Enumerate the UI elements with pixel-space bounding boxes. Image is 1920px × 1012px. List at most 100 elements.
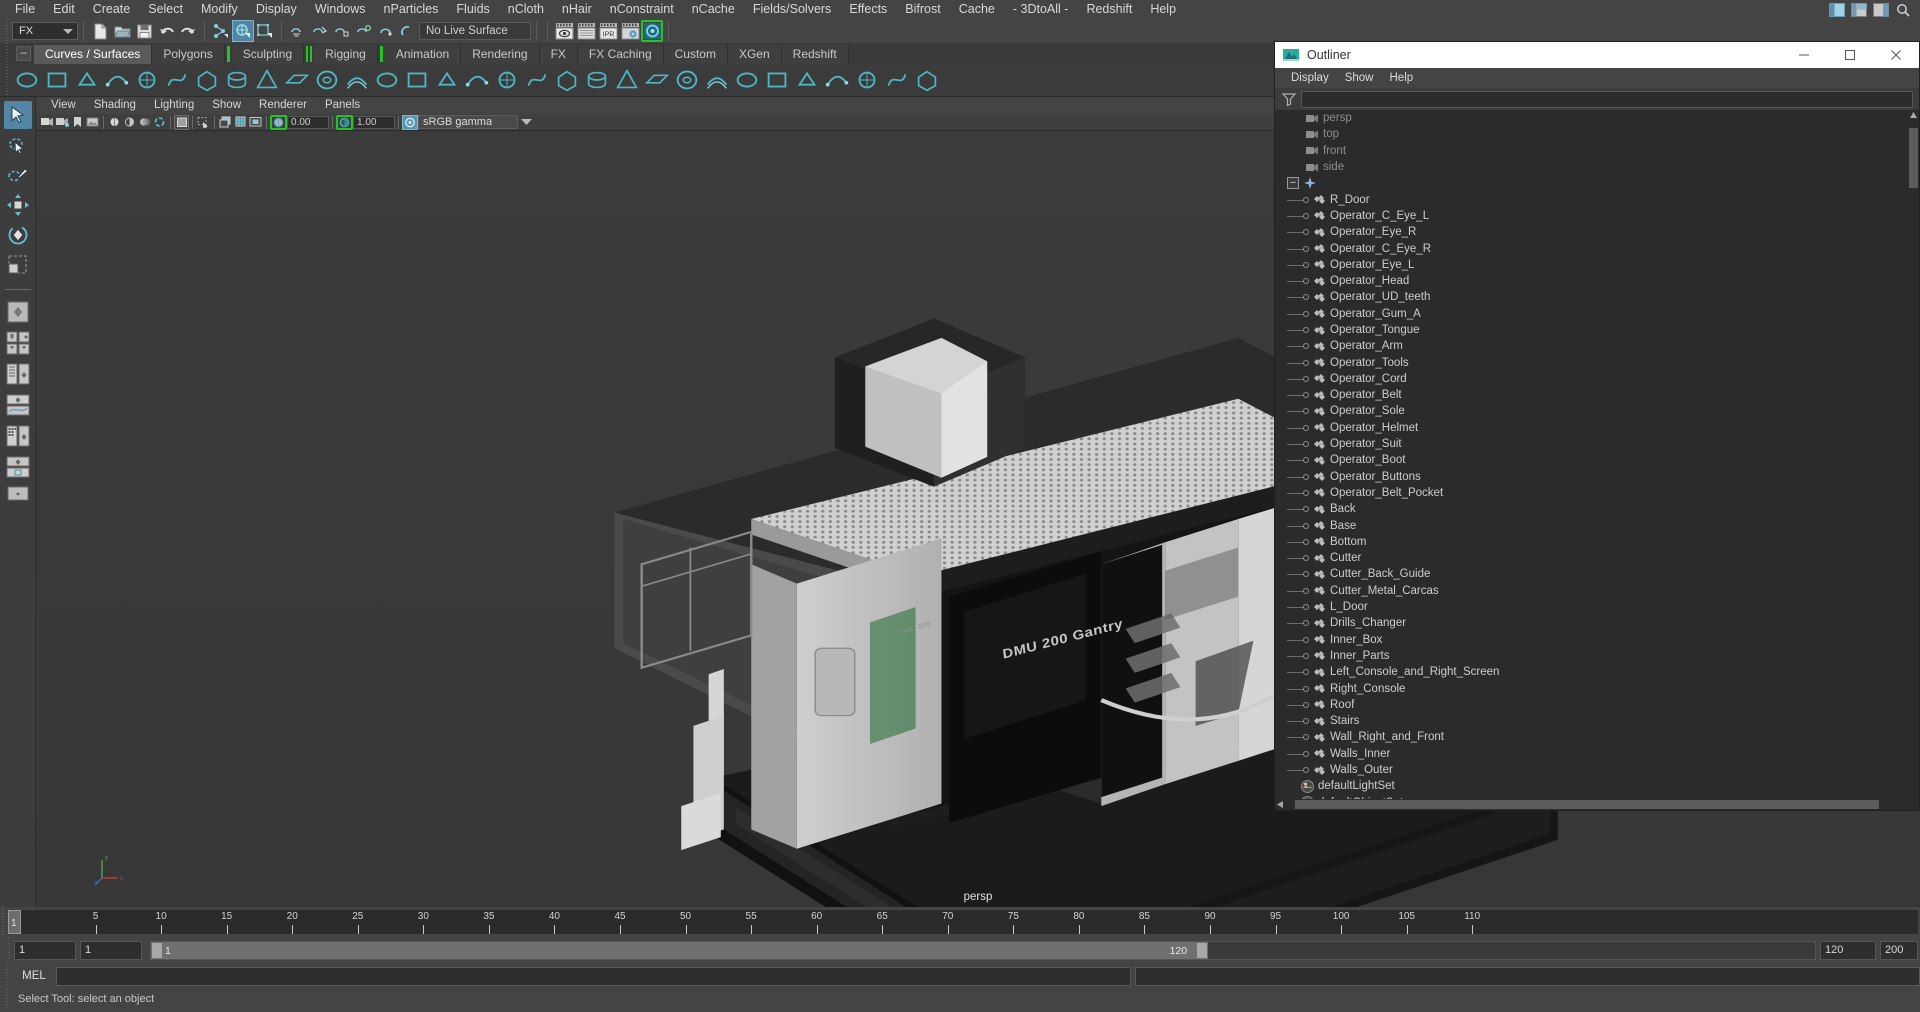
viewport-menu-panels[interactable]: Panels — [316, 97, 369, 114]
outliner-item-Operator_Boot[interactable]: Operator_Boot — [1275, 452, 1919, 468]
detach-surfaces-icon[interactable] — [672, 65, 702, 95]
shelf-collapse-button[interactable]: – — [16, 46, 31, 61]
playback-end-field[interactable]: 120 — [1820, 940, 1876, 960]
outliner-item-Walls_Outer[interactable]: Walls_Outer — [1275, 762, 1919, 778]
close-icon[interactable] — [1873, 42, 1919, 68]
viewport-menu-view[interactable]: View — [42, 97, 85, 114]
rotate-tool-button[interactable] — [4, 221, 32, 249]
outliner-item-side[interactable]: side — [1275, 159, 1919, 175]
scroll-left-arrow-icon[interactable] — [1277, 801, 1283, 808]
viewport-menu-renderer[interactable]: Renderer — [250, 97, 316, 114]
nurbs-cube-icon[interactable] — [72, 65, 102, 95]
gamma-icon[interactable] — [122, 115, 137, 130]
help-line-gripper[interactable] — [4, 989, 12, 1009]
command-line-gripper[interactable] — [4, 963, 12, 989]
shelf-tab-fx-caching[interactable]: FX Caching — [577, 45, 664, 64]
scrollbar-thumb[interactable] — [1909, 128, 1918, 188]
menu-3dtoall[interactable]: - 3DtoAll - — [1004, 0, 1078, 19]
select-by-component-icon[interactable] — [254, 20, 276, 42]
command-input[interactable] — [56, 966, 1131, 986]
snap-to-projected-center-icon[interactable] — [353, 20, 375, 42]
outliner-item-R_Door[interactable]: R_Door — [1275, 191, 1919, 207]
outliner-item-Operator_Tools[interactable]: Operator_Tools — [1275, 354, 1919, 370]
range-slider[interactable]: 1 120 — [150, 940, 1816, 960]
menu-nhair[interactable]: nHair — [553, 0, 601, 19]
snap-to-grid-icon[interactable] — [287, 20, 309, 42]
insert-isoparms-icon[interactable] — [762, 65, 792, 95]
snap-to-point-icon[interactable] — [331, 20, 353, 42]
shelf-gripper[interactable] — [4, 64, 12, 96]
menu-modify[interactable]: Modify — [192, 0, 247, 19]
menu-edit[interactable]: Edit — [44, 0, 84, 19]
workspace-icon-1[interactable] — [1826, 0, 1848, 21]
outliner-item-Base[interactable]: Base — [1275, 517, 1919, 533]
snap-to-curve-icon[interactable] — [309, 20, 331, 42]
nurbs-cone-icon[interactable] — [282, 65, 312, 95]
select-by-object-icon[interactable] — [232, 20, 254, 42]
outliner-item-Back[interactable]: Back — [1275, 501, 1919, 517]
outliner-tree[interactable]: persp top front side – R_Door Operator_C_Ey… — [1275, 110, 1919, 799]
layout-persp-outliner-button[interactable] — [4, 360, 31, 388]
outliner-item-Operator_Belt[interactable]: Operator_Belt — [1275, 387, 1919, 403]
nurbs-plane-icon[interactable] — [312, 65, 342, 95]
outliner-item-Roof[interactable]: Roof — [1275, 697, 1919, 713]
select-by-hierarchy-icon[interactable] — [210, 20, 232, 42]
select-camera-icon[interactable] — [40, 115, 55, 130]
menu-effects[interactable]: Effects — [840, 0, 896, 19]
hypershade-icon[interactable] — [641, 20, 663, 42]
current-frame-indicator[interactable]: 1 — [8, 910, 21, 934]
bevel-plus-icon[interactable] — [612, 65, 642, 95]
menu-display[interactable]: Display — [247, 0, 306, 19]
menu-help[interactable]: Help — [1141, 0, 1185, 19]
gamma-toggle-icon[interactable] — [336, 114, 353, 130]
menu-file[interactable]: File — [6, 0, 44, 19]
outliner-item-Operator_Head[interactable]: Operator_Head — [1275, 273, 1919, 289]
new-scene-icon[interactable] — [89, 20, 111, 42]
xray-icon[interactable] — [196, 115, 211, 130]
outliner-search-input[interactable] — [1301, 90, 1913, 108]
render-sequence-icon[interactable] — [575, 20, 597, 42]
menu-cache[interactable]: Cache — [950, 0, 1004, 19]
open-close-surfaces-icon[interactable] — [732, 65, 762, 95]
range-start-handle[interactable] — [152, 942, 162, 958]
outliner-item-Left_Console_and_Right_Screen[interactable]: Left_Console_and_Right_Screen — [1275, 664, 1919, 680]
redo-icon[interactable] — [177, 20, 199, 42]
outliner-vertical-scrollbar[interactable] — [1908, 110, 1919, 799]
outliner-menu-help[interactable]: Help — [1382, 68, 1422, 88]
pencil-curve-icon[interactable] — [132, 65, 162, 95]
render-current-frame-icon[interactable] — [553, 20, 575, 42]
layout-four-view-button[interactable] — [4, 329, 31, 357]
extrude-icon[interactable] — [492, 65, 522, 95]
layout-two-pane-button[interactable] — [4, 484, 31, 504]
anim-end-field[interactable]: 200 — [1880, 940, 1918, 960]
workspace-icon-3[interactable] — [1870, 0, 1892, 21]
paint-select-tool-button[interactable] — [4, 161, 32, 189]
menu-redshift[interactable]: Redshift — [1077, 0, 1141, 19]
image-plane-icon[interactable] — [85, 115, 100, 130]
camera-attributes-icon[interactable] — [55, 115, 70, 130]
snap-to-view-plane-icon[interactable] — [375, 20, 397, 42]
shelf-tab-rendering[interactable]: Rendering — [461, 45, 540, 64]
outliner-item-Operator_Belt_Pocket[interactable]: Operator_Belt_Pocket — [1275, 485, 1919, 501]
range-start-field[interactable]: 1 — [14, 940, 76, 960]
scale-tool-button[interactable] — [4, 251, 32, 279]
command-language-label[interactable]: MEL — [12, 970, 56, 982]
outliner-item-Operator_C_Eye_L[interactable]: Operator_C_Eye_L — [1275, 208, 1919, 224]
nurbs-circle-icon[interactable] — [12, 65, 42, 95]
outliner-item-defaultLightSet[interactable]: defaultLightSet — [1275, 778, 1919, 794]
shelf-tab-fx[interactable]: FX — [539, 45, 578, 64]
birail-icon[interactable] — [462, 65, 492, 95]
layout-persp-graph-button[interactable] — [4, 391, 31, 419]
shadows-icon[interactable] — [137, 115, 152, 130]
outliner-item-Cutter_Metal_Carcas[interactable]: Cutter_Metal_Carcas — [1275, 583, 1919, 599]
shelf-tab-redshift[interactable]: Redshift — [781, 45, 849, 64]
exposure-toggle-icon[interactable] — [270, 114, 287, 130]
bookmark-icon[interactable] — [70, 115, 85, 130]
outliner-item-Cutter[interactable]: Cutter — [1275, 550, 1919, 566]
outliner-item-Inner_Box[interactable]: Inner_Box — [1275, 632, 1919, 648]
outliner-item-Right_Console[interactable]: Right_Console — [1275, 680, 1919, 696]
color-management-icon[interactable] — [402, 114, 418, 130]
offset-surfaces-icon[interactable] — [792, 65, 822, 95]
outliner-item-Operator_Gum_A[interactable]: Operator_Gum_A — [1275, 306, 1919, 322]
color-space-selector[interactable]: sRGB gamma — [418, 115, 518, 129]
